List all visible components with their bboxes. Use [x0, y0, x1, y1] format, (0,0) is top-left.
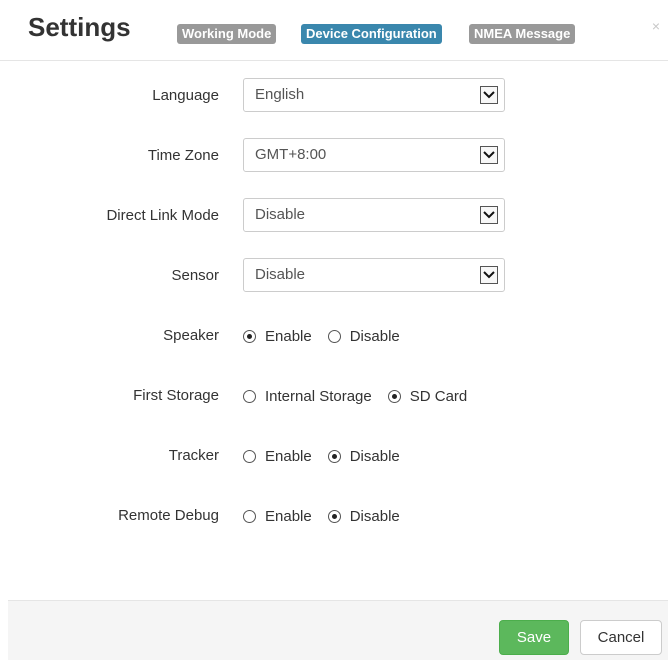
sd-card-label: SD Card: [409, 387, 468, 405]
chevron-down-icon: [480, 266, 498, 284]
sensor-select[interactable]: Disable: [243, 258, 505, 292]
speaker-enable-label: Enable: [265, 327, 312, 345]
direct-link-mode-value: Disable: [255, 206, 306, 223]
radio-button[interactable]: [327, 449, 341, 463]
language-label: Language: [152, 87, 219, 104]
speaker-disable-label: Disable: [349, 327, 400, 345]
direct-link-mode-row: Direct Link Mode Disable: [0, 198, 668, 234]
tracker-label: Tracker: [168, 447, 219, 464]
chevron-down-icon: [480, 86, 498, 104]
speaker-enable-radio[interactable]: Enable: [243, 328, 312, 345]
save-button[interactable]: Save: [499, 620, 569, 655]
internal-storage-radio[interactable]: Internal Storage: [243, 388, 372, 405]
first-storage-label: First Storage: [133, 387, 219, 404]
radio-button[interactable]: [327, 509, 341, 523]
chevron-down-icon: [480, 206, 498, 224]
direct-link-mode-label: Direct Link Mode: [106, 207, 219, 224]
time-zone-row: Time Zone GMT+8:00: [0, 138, 668, 174]
speaker-radio-group: Enable Disable: [243, 318, 416, 354]
radio-button[interactable]: [243, 509, 256, 523]
language-value: English: [255, 86, 305, 103]
sd-card-radio[interactable]: SD Card: [387, 387, 468, 405]
sensor-value: Disable: [255, 266, 306, 283]
tracker-enable-radio[interactable]: Enable: [243, 448, 312, 465]
close-icon[interactable]: ×: [652, 18, 660, 34]
time-zone-select[interactable]: GMT+8:00: [243, 138, 505, 172]
first-storage-row: First Storage Internal Storage SD Card: [0, 378, 668, 414]
remote-debug-enable-radio[interactable]: Enable: [243, 508, 312, 525]
chevron-down-icon: [480, 146, 498, 164]
tracker-row: Tracker Enable Disable: [0, 438, 668, 474]
modal-header: Settings Working Mode Device Configurati…: [0, 0, 668, 61]
tracker-disable-radio[interactable]: Disable: [327, 447, 400, 465]
radio-button[interactable]: [243, 389, 256, 403]
tab-working-mode[interactable]: Working Mode: [177, 24, 277, 44]
modal-footer: Save Cancel: [8, 600, 668, 660]
language-row: Language English: [0, 78, 668, 114]
language-select[interactable]: English: [243, 78, 505, 112]
tab-device-configuration[interactable]: Device Configuration: [301, 24, 442, 44]
remote-debug-row: Remote Debug Enable Disable: [0, 498, 668, 534]
remote-debug-disable-label: Disable: [349, 507, 400, 525]
speaker-row: Speaker Enable Disable: [0, 318, 668, 354]
remote-debug-enable-label: Enable: [265, 507, 312, 525]
radio-button[interactable]: [243, 329, 256, 343]
radio-button[interactable]: [243, 449, 256, 463]
remote-debug-disable-radio[interactable]: Disable: [327, 507, 400, 525]
direct-link-mode-select[interactable]: Disable: [243, 198, 505, 232]
tracker-disable-label: Disable: [349, 447, 400, 465]
radio-button[interactable]: [387, 389, 401, 403]
speaker-disable-radio[interactable]: Disable: [327, 327, 400, 345]
remote-debug-label: Remote Debug: [118, 507, 219, 524]
tab-nmea-message[interactable]: NMEA Message: [469, 24, 576, 44]
sensor-row: Sensor Disable: [0, 258, 668, 294]
first-storage-radio-group: Internal Storage SD Card: [243, 378, 483, 414]
radio-button[interactable]: [327, 329, 341, 343]
time-zone-label: Time Zone: [147, 147, 219, 164]
tracker-enable-label: Enable: [265, 447, 312, 465]
internal-storage-label: Internal Storage: [265, 387, 372, 405]
tracker-radio-group: Enable Disable: [243, 438, 416, 474]
modal-title: Settings: [28, 12, 131, 42]
cancel-button[interactable]: Cancel: [580, 620, 662, 655]
sensor-label: Sensor: [171, 267, 219, 284]
remote-debug-radio-group: Enable Disable: [243, 498, 416, 534]
time-zone-value: GMT+8:00: [255, 146, 327, 163]
speaker-label: Speaker: [163, 327, 219, 344]
